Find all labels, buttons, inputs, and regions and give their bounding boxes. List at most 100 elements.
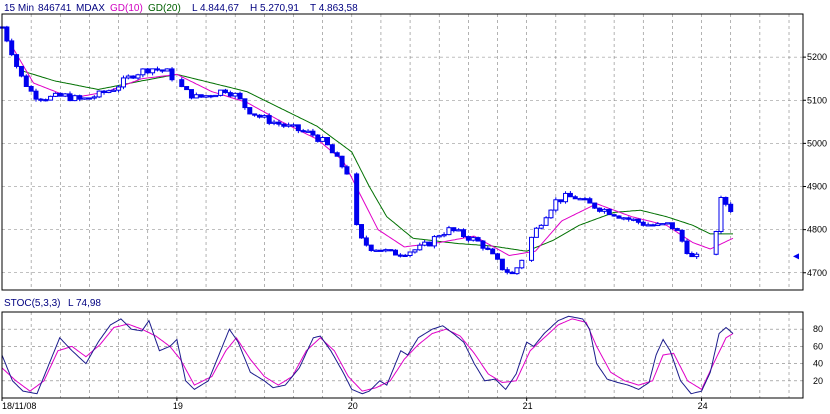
candle-body [271,121,277,124]
candle-body [592,202,598,209]
header-last: T 4.863,58 [310,3,358,14]
candle-body [461,229,467,238]
time-tick-label: 24 [698,401,708,411]
candle-body [393,249,399,256]
candle-body [18,65,24,77]
candle-body [567,192,573,198]
candle-body [407,251,413,256]
candle-body [597,207,603,212]
candle-body [188,89,194,99]
candle-body [4,26,10,42]
candle-body [451,227,457,232]
candle-body [96,90,102,98]
price-tick-label: 4700 [807,268,827,278]
candle-body [140,68,146,76]
candle-body [694,253,700,258]
candle-body [14,54,20,67]
candle-body [9,40,15,56]
candle-body [252,113,258,116]
candle-body [684,240,690,255]
candle-body [640,221,646,226]
time-tick-label: 20 [348,401,358,411]
candle-body [218,89,224,96]
candle-body [499,258,505,271]
candle-body [145,68,151,74]
candle-body [130,75,136,79]
candle-body [388,249,394,252]
candle-body [208,95,214,98]
candle-body [397,254,403,257]
candle-body [106,90,112,94]
candle-body [120,77,126,88]
candle-body [159,69,165,72]
candle-body [300,130,306,133]
candle-body [52,92,58,97]
candle-body [470,237,476,241]
candle-body [606,208,612,216]
candle-body [422,241,428,246]
candle-body [679,229,685,242]
candle-body [154,68,160,71]
candle-body [514,267,520,275]
header-interval: 15 Min [4,3,34,14]
candle-body [577,198,583,201]
candle-body [38,98,44,101]
candle-body [669,222,675,230]
candle-body [290,124,296,127]
candle-body [373,249,379,252]
candle-body [329,144,335,154]
candle-body [601,208,607,212]
candle-body [125,75,131,79]
candle-body [358,224,364,239]
candle-body [718,196,724,232]
candle-body [286,124,292,127]
stoch-tick-label: 60 [813,341,823,351]
candle-body [427,241,433,247]
candle-body [91,96,97,99]
candle-body [650,224,656,227]
candle-body [402,254,408,258]
time-tick-label: 19 [173,401,183,411]
time-tick-label: 18/11/08 [2,401,36,411]
candle-body [23,75,29,87]
candle-body [368,244,374,251]
candle-body [334,152,340,157]
candle-body [412,249,418,253]
candle-body [344,166,350,175]
candle-body [621,217,627,220]
candle-body [28,85,34,92]
candle-body [184,86,190,91]
candle-body [320,137,326,142]
candle-body [723,196,729,205]
stoch-tick-label: 40 [813,359,823,369]
stoch-tick-label: 80 [813,324,823,334]
candle-body [495,253,501,260]
stock-chart: 15 Min 846741 MDAX GD(10) GD(20) L 4.844… [0,0,830,414]
price-tick-label: 4800 [807,225,827,235]
candle-body [193,94,199,99]
price-tick-label: 4900 [807,182,827,192]
stoch-value: L 74,98 [68,298,101,309]
candle-body [446,227,452,236]
candle-body [533,227,539,238]
time-tick-label: 21 [523,401,533,411]
candle-body [67,93,73,102]
candle-body [86,97,92,100]
candle-body [72,95,78,102]
candle-body [378,249,384,252]
candle-body [689,253,695,258]
candle-body [82,97,88,100]
candle-body [276,121,282,125]
candle-body [354,173,360,226]
candle-body [456,229,462,232]
candle-body [529,236,535,261]
candle-body [227,92,233,97]
header-ma1-label: GD(10) [110,3,143,14]
candle-body [635,218,641,223]
candle-body [315,134,321,142]
candle-body [222,89,228,94]
candle-body [431,236,437,247]
candle-body [465,236,471,241]
candle-body [713,230,719,255]
header-low: L 4.844,67 [192,3,239,14]
